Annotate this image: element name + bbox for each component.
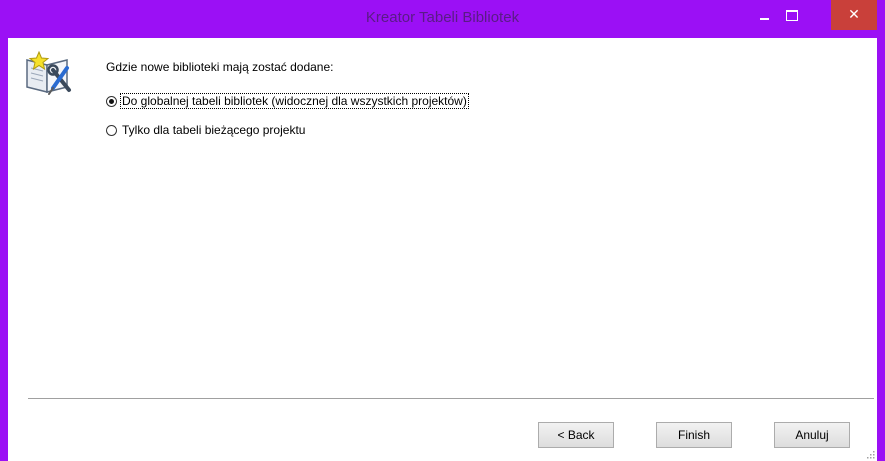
maximize-button[interactable] xyxy=(778,0,806,30)
maximize-icon xyxy=(786,9,798,21)
wizard-window: Kreator Tabeli Bibliotek ✕ Gdzie nowe bi… xyxy=(0,0,885,461)
button-separator xyxy=(28,398,874,400)
radio-option-global[interactable]: Do globalnej tabeli bibliotek (widocznej… xyxy=(106,92,469,110)
minimize-icon xyxy=(759,18,769,20)
close-icon: ✕ xyxy=(848,7,860,23)
wizard-book-tools-icon xyxy=(26,50,71,95)
back-button[interactable]: < Back xyxy=(538,422,614,448)
question-label: Gdzie nowe biblioteki mają zostać dodane… xyxy=(106,60,334,74)
title-bar[interactable]: Kreator Tabeli Bibliotek ✕ xyxy=(0,0,885,38)
close-button[interactable]: ✕ xyxy=(831,0,877,30)
radio-button-project[interactable] xyxy=(106,124,117,136)
resize-grip-icon[interactable] xyxy=(867,451,875,459)
minimize-button[interactable] xyxy=(750,0,778,30)
finish-button[interactable]: Finish xyxy=(656,422,732,448)
cancel-button[interactable]: Anuluj xyxy=(774,422,850,448)
radio-label-global[interactable]: Do globalnej tabeli bibliotek (widocznej… xyxy=(120,93,469,109)
radio-button-global[interactable] xyxy=(106,95,117,107)
radio-label-project[interactable]: Tylko dla tabeli bieżącego projektu xyxy=(121,123,306,137)
radio-option-project[interactable]: Tylko dla tabeli bieżącego projektu xyxy=(106,121,306,139)
wizard-page: Gdzie nowe biblioteki mają zostać dodane… xyxy=(8,38,877,461)
